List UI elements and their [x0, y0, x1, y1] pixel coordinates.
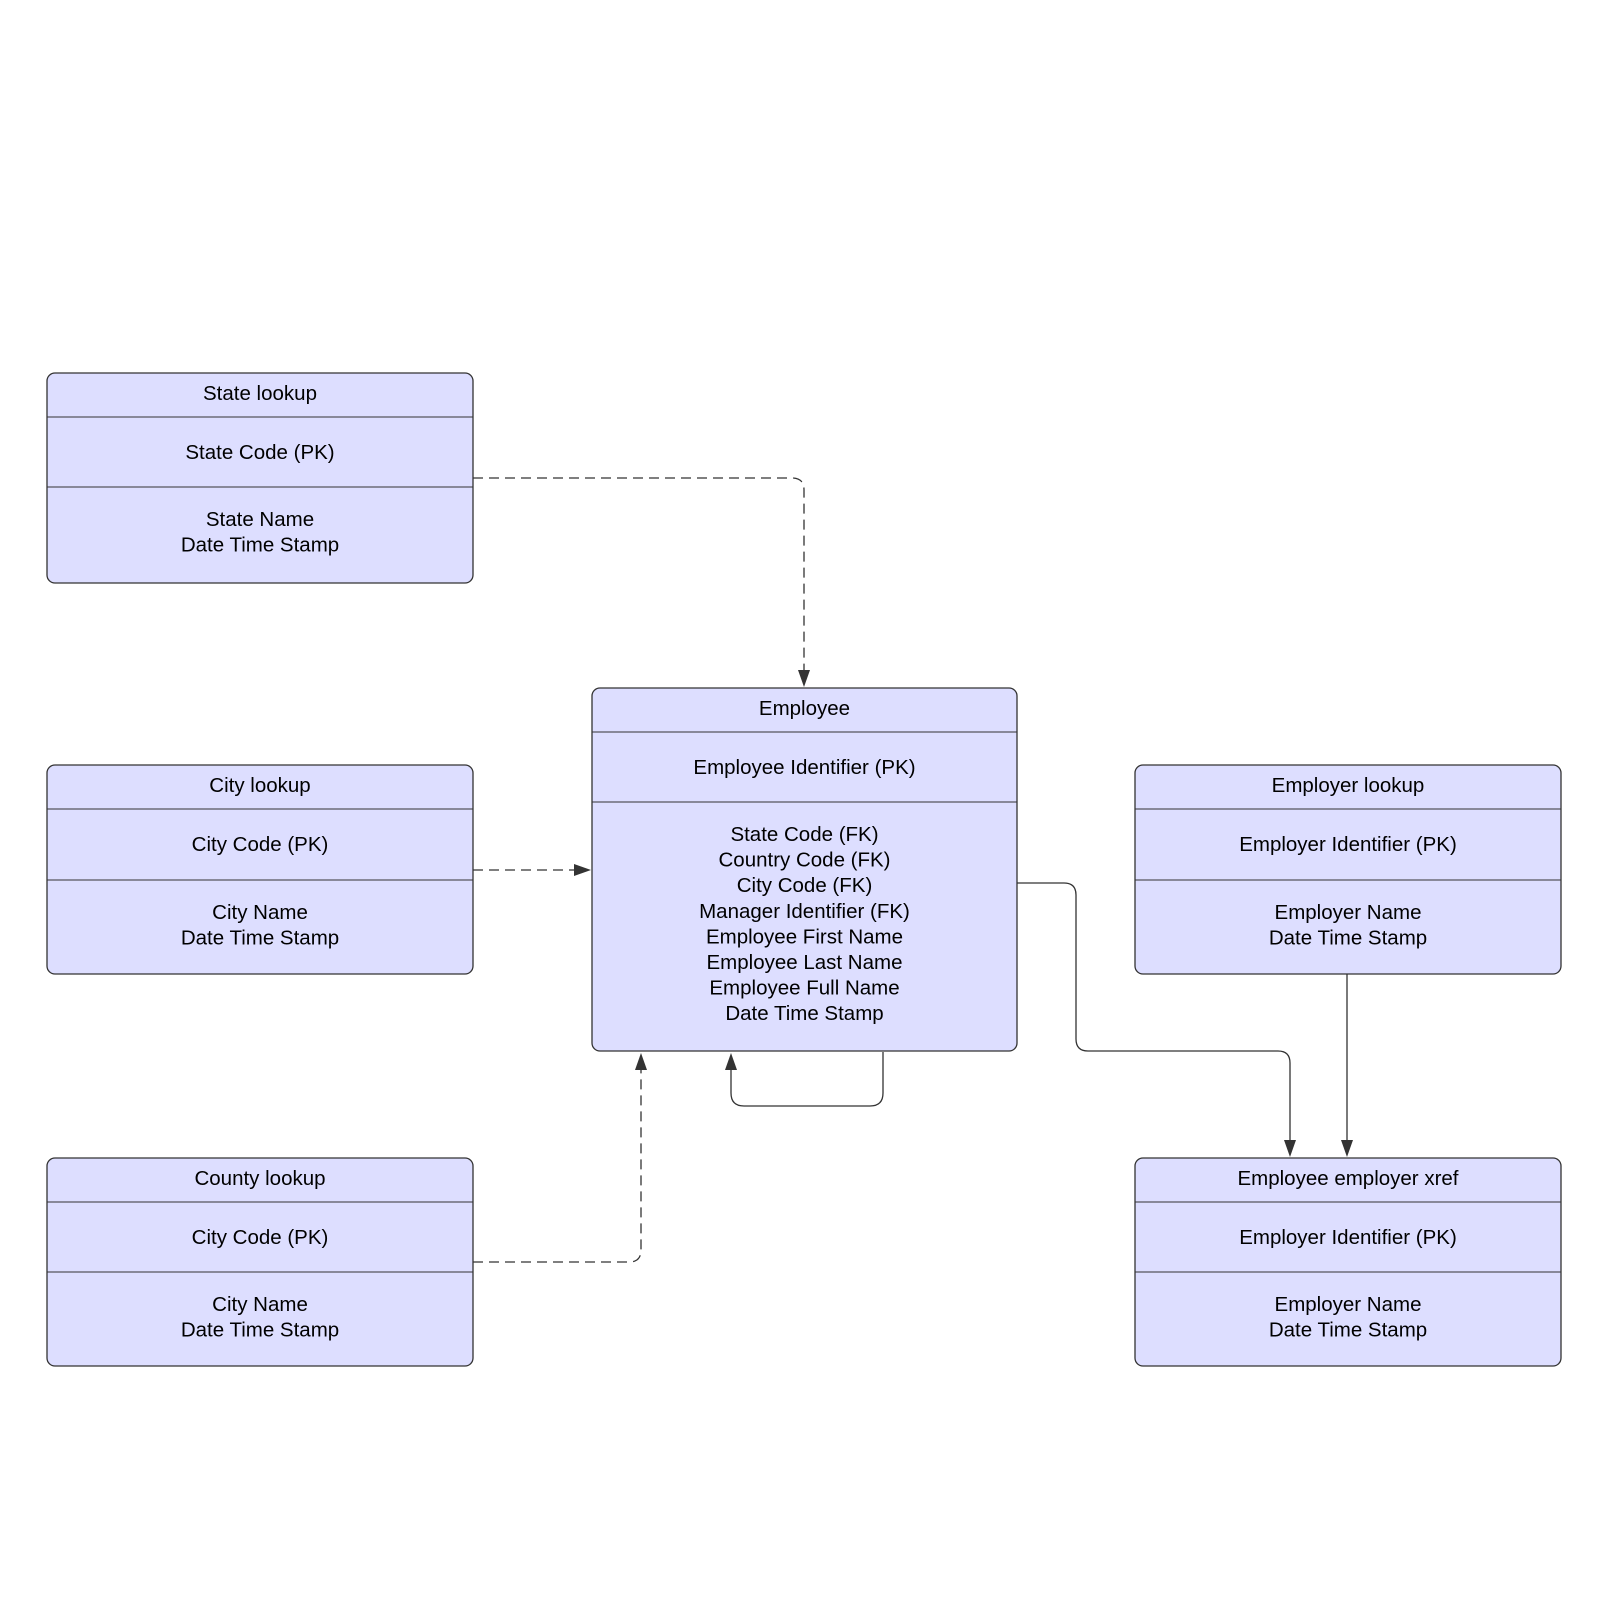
connector-employee-self[interactable] [730, 1052, 884, 1107]
attribute-field: Date Time Stamp [181, 927, 339, 950]
attribute-field: Employee Full Name [709, 977, 899, 1000]
primary-key-field: City Code (PK) [192, 833, 329, 856]
entity-title: Employee [759, 697, 850, 720]
attribute-field: Manager Identifier (FK) [699, 900, 910, 923]
connector-county-employee[interactable] [473, 1065, 642, 1263]
attribute-field: Employee First Name [706, 925, 903, 948]
entity-title: Employer lookup [1272, 774, 1425, 797]
entity-city[interactable]: City lookup City Code (PK) City Name Date T… [46, 764, 474, 975]
primary-key-field: Employer Identifier (PK) [1239, 1226, 1457, 1249]
primary-key-field: City Code (PK) [192, 1226, 329, 1249]
arrowhead [798, 670, 810, 687]
arrowhead [725, 1053, 737, 1070]
attribute-field: City Name [212, 1293, 308, 1316]
attribute-field: State Name [206, 508, 314, 531]
entity-employee[interactable]: Employee Employee Identifier (PK) State Co… [591, 687, 1018, 1052]
attribute-field: Employer Name [1275, 1293, 1422, 1316]
entity-title: Employee employer xref [1237, 1167, 1458, 1190]
entity-title: County lookup [194, 1167, 325, 1190]
attribute-field: Country Code (FK) [718, 849, 890, 872]
attribute-field: Employer Name [1275, 901, 1422, 924]
attribute-field: Date Time Stamp [181, 534, 339, 557]
entity-title: City lookup [209, 774, 310, 797]
entity-title: State lookup [203, 382, 317, 405]
attribute-field: State Code (FK) [730, 823, 878, 846]
arrowhead [635, 1053, 647, 1070]
attribute-field: Date Time Stamp [725, 1002, 883, 1025]
attribute-field: City Name [212, 901, 308, 924]
arrowhead [574, 864, 591, 876]
attribute-field: Employee Last Name [707, 951, 903, 974]
primary-key-field: Employer Identifier (PK) [1239, 833, 1457, 856]
primary-key-field: Employee Identifier (PK) [693, 756, 915, 779]
primary-key-field: State Code (PK) [185, 441, 334, 464]
arrowhead [1341, 1140, 1353, 1157]
attribute-field: Date Time Stamp [1269, 1319, 1427, 1342]
attribute-field: City Code (FK) [737, 874, 873, 897]
entity-employer[interactable]: Employer lookup Employer Identifier (PK) E… [1134, 764, 1562, 975]
entity-state[interactable]: State lookup State Code (PK) State Name Dat… [46, 372, 474, 584]
attribute-field: Date Time Stamp [181, 1319, 339, 1342]
entity-xref[interactable]: Employee employer xref Employer Identifie… [1134, 1157, 1562, 1367]
entity-county[interactable]: County lookup City Code (PK) City Name Date… [46, 1157, 474, 1367]
arrowhead [1284, 1140, 1296, 1157]
connector-state-employee[interactable] [473, 477, 805, 676]
er-diagram: State lookup State Code (PK) State Name Dat… [46, 372, 1562, 1367]
attribute-field: Date Time Stamp [1269, 927, 1427, 950]
